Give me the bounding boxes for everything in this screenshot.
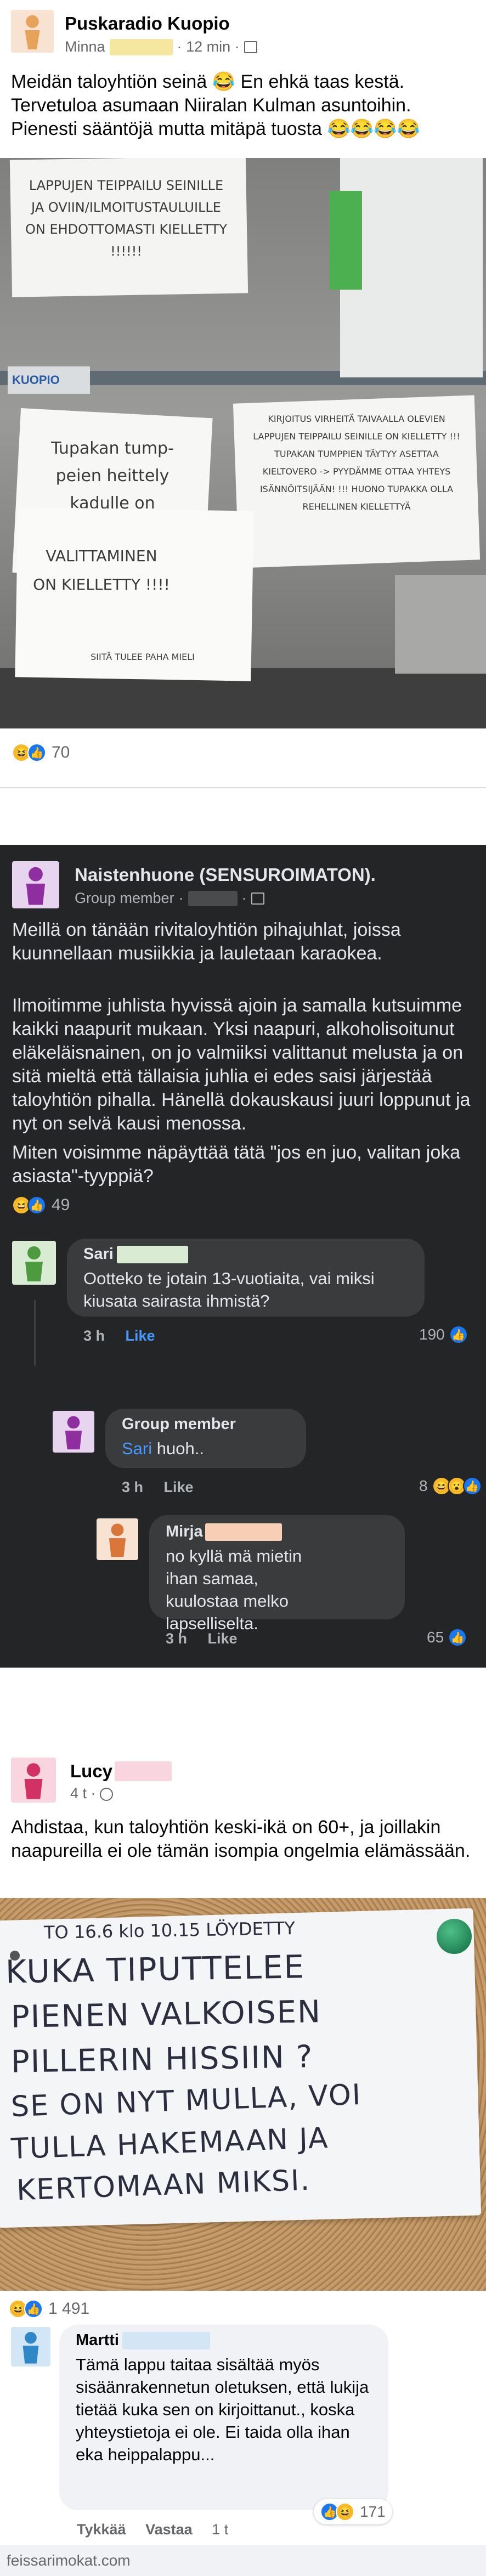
post-3: Lucy 4 t · Ahdistaa, kun taloyhtiön kesk… — [0, 1714, 486, 2545]
like-icon: 👍 — [449, 1325, 468, 1344]
comment-time[interactable]: 3 h — [122, 1479, 143, 1495]
post-text-2: Ilmoitimme juhlista hyvissä ajoin ja sam… — [12, 995, 471, 1134]
comment-author-row: Sari — [83, 1245, 188, 1263]
avatar-member[interactable] — [53, 1411, 94, 1453]
kuopio-logo: KUOPIO — [12, 373, 60, 387]
haha-icon: 😆 — [336, 2502, 354, 2521]
note-kirjoitus-text: KIRJOITUS VIRHEITÄ TAIVAALLA OLEVIEN LAP… — [253, 414, 460, 512]
post-divider — [0, 1668, 486, 1714]
reaction-count: 49 — [52, 1196, 70, 1214]
post-meta: 4 t · — [70, 1785, 114, 1802]
redaction — [109, 38, 173, 55]
comment-author-row: Martti — [76, 2331, 210, 2349]
reaction-summary[interactable]: 😆 👍 49 — [12, 1196, 70, 1214]
post-text: Ahdistaa, kun taloyhtiön keski-ikä on 60… — [11, 1817, 471, 1861]
mention-link[interactable]: Sari — [122, 1439, 152, 1458]
printed-notice-green — [329, 191, 362, 290]
comment-text: huoh.. — [156, 1439, 204, 1458]
reaction-summary[interactable]: 😆 👍 1 491 — [9, 2300, 89, 2318]
post-text-1: Meillä on tänään rivitaloyhtiön pihajuhl… — [12, 919, 401, 964]
post-1: Puskaradio Kuopio Minna · 12 min · Meidä… — [0, 0, 486, 787]
avatar-group[interactable] — [12, 861, 59, 908]
note-line-3: PIENEN VALKOISEN — [10, 1994, 322, 2035]
post-text: Meidän taloyhtiön seinä 😂 En ehkä taas k… — [11, 71, 420, 139]
comment-reactions[interactable]: 65 👍 — [427, 1628, 467, 1647]
avatar-sari[interactable] — [12, 1241, 56, 1285]
member-role: Group member — [75, 890, 174, 906]
reply-button[interactable]: Vastaa — [145, 2521, 193, 2538]
audience-icon — [244, 41, 257, 53]
note-line-4: PILLERIN HISSIIN ? — [10, 2039, 314, 2080]
like-button[interactable]: Tykkää — [77, 2521, 126, 2538]
comment-actions: 3 h Like — [83, 1327, 155, 1345]
comment-reaction-count: 8 — [419, 1477, 428, 1494]
comment-text: no kyllä mä mietin ihan samaa, kuulostaa… — [166, 1546, 302, 1633]
note-valittaminen-text: VALITTAMINEN ON KIELLETTY !!!! — [33, 547, 170, 594]
post-time[interactable]: 4 t — [70, 1785, 87, 1801]
like-icon: 👍 — [462, 1477, 482, 1495]
post-2: Naistenhuone (SENSUROIMATON). Group memb… — [0, 845, 486, 1668]
like-button[interactable]: Like — [208, 1630, 238, 1647]
reaction-summary[interactable]: 😆 👍 70 — [12, 743, 70, 762]
post-meta: Group member · · — [75, 890, 264, 907]
avatar-martti[interactable] — [11, 2327, 50, 2366]
comment-reactions[interactable]: 8 😆 😮 👍 — [419, 1477, 482, 1495]
comment-author[interactable]: Group member — [122, 1415, 236, 1433]
reaction-count: 70 — [52, 743, 70, 761]
post-author[interactable]: Lucy — [70, 1761, 112, 1782]
like-icon: 👍 — [24, 2300, 43, 2318]
avatar-puskaradio[interactable] — [11, 10, 54, 53]
comment-text: Ootteko te jotain 13-vuotiaita, vai miks… — [83, 1269, 375, 1310]
post-photo[interactable]: TO 16.6 klo 10.15 LÖYDETTY KUKA TIPUTTEL… — [0, 1898, 486, 2291]
comment-time[interactable]: 1 t — [212, 2521, 228, 2538]
post-meta: Minna · 12 min · — [65, 38, 257, 55]
site-watermark: feissarimokat.com — [7, 2552, 131, 2569]
sub-author[interactable]: Minna — [65, 38, 105, 55]
comment-reactions[interactable]: 190 👍 — [419, 1325, 468, 1344]
post-time[interactable]: 12 min — [186, 38, 230, 55]
like-icon: 👍 — [27, 743, 46, 762]
redaction — [205, 1523, 282, 1541]
note-siita-text: SIITÄ TULEE PAHA MIELI — [91, 652, 195, 662]
note-teippailu-text: LAPPUJEN TEIPPAILU SEINILLE JA OVIIN/ILM… — [25, 178, 227, 259]
like-button[interactable]: Like — [164, 1479, 194, 1495]
comment-author-row: Mirja — [166, 1523, 282, 1541]
reaction-count: 1 491 — [48, 2300, 90, 2318]
pin-icon — [437, 1919, 472, 1954]
note-line-1: TO 16.6 klo 10.15 LÖYDETTY — [43, 1918, 296, 1943]
comment-actions: 3 h Like — [166, 1630, 238, 1647]
comment-text-row: Sari huoh.. — [122, 1437, 204, 1460]
comment-reaction-count: 190 — [419, 1326, 445, 1343]
comment-author[interactable]: Martti — [76, 2331, 119, 2349]
like-icon: 👍 — [27, 1196, 46, 1214]
post-text-3: Miten voisimme näpäyttää tätä "jos en ju… — [12, 1142, 461, 1187]
redaction — [115, 1761, 172, 1781]
redaction — [116, 1245, 188, 1263]
post-author-row: Lucy — [70, 1761, 172, 1782]
comment-author[interactable]: Sari — [83, 1245, 114, 1263]
post-author[interactable]: Puskaradio Kuopio — [65, 13, 230, 34]
comment-time[interactable]: 3 h — [166, 1630, 187, 1647]
audience-icon — [251, 892, 264, 905]
comment-reaction-count: 171 — [360, 2503, 386, 2520]
footer: feissarimokat.com — [0, 2545, 486, 2576]
avatar-mirja[interactable] — [97, 1518, 138, 1560]
like-button[interactable]: Like — [126, 1327, 155, 1344]
comment-actions: Tykkää Vastaa 1 t — [77, 2521, 228, 2538]
comment-author[interactable]: Mirja — [166, 1523, 203, 1541]
comment-text: Tämä lappu taitaa sisältää myös sisäänra… — [76, 2355, 369, 2464]
avatar-lucy[interactable] — [11, 1758, 56, 1803]
like-icon: 👍 — [448, 1628, 467, 1647]
post-divider — [0, 787, 486, 800]
group-name[interactable]: Naistenhuone (SENSUROIMATON). — [75, 865, 376, 885]
comment-time[interactable]: 3 h — [83, 1327, 105, 1344]
comment-actions: 3 h Like — [122, 1479, 194, 1496]
redaction — [188, 890, 238, 906]
comment-reactions[interactable]: 👍 😆 171 — [314, 2499, 392, 2524]
post-photo[interactable]: KUOPIO LAPPUJEN TEIPPAILU SEINILLE JA OV… — [0, 158, 486, 728]
redaction — [122, 2331, 210, 2349]
comment-reaction-count: 65 — [427, 1629, 444, 1646]
note-line-2: KUKA TIPUTTELEE — [5, 1948, 306, 1991]
globe-icon — [100, 1787, 114, 1801]
